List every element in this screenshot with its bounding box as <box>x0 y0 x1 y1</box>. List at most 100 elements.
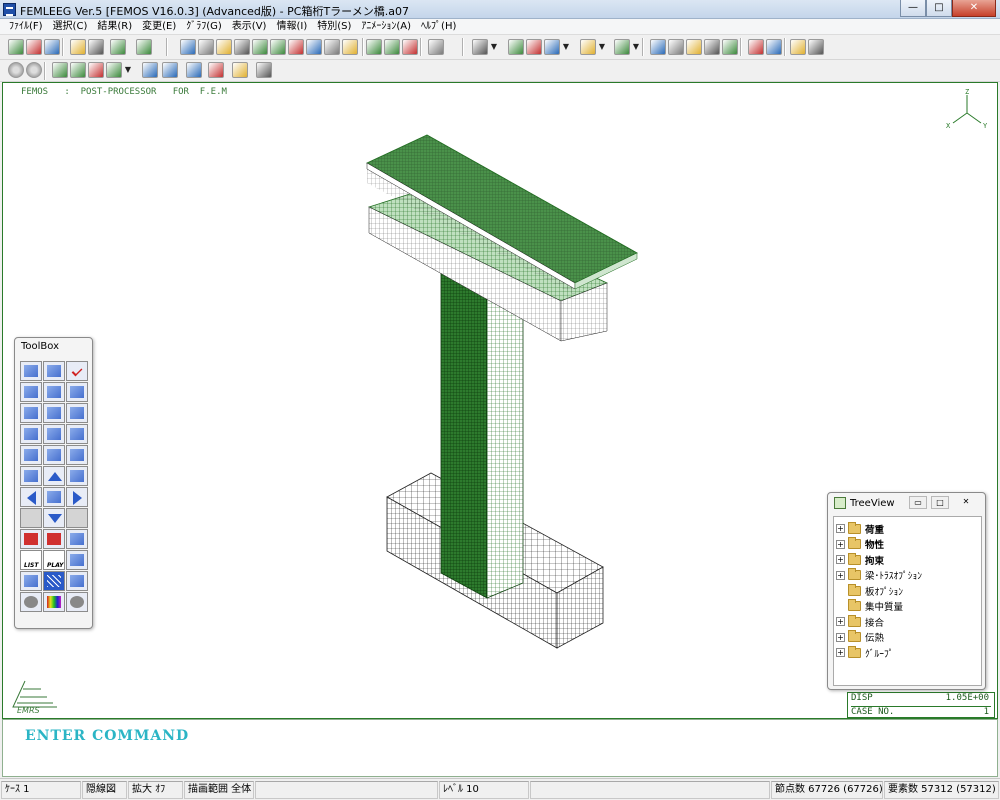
play-tool-button[interactable]: PLAY <box>43 550 65 570</box>
tree-item[interactable]: + 伝熱 <box>836 630 884 645</box>
cube-iso-tool-button[interactable] <box>20 403 42 423</box>
graph3-icon[interactable] <box>402 39 418 55</box>
move-red-tool-button[interactable] <box>20 529 42 549</box>
graph1-icon[interactable] <box>366 39 382 55</box>
zoom-icon[interactable] <box>544 39 560 55</box>
node-icon[interactable] <box>306 39 322 55</box>
expand-icon[interactable]: + <box>836 524 845 533</box>
redo-tool-button[interactable] <box>66 592 88 612</box>
spring-icon[interactable] <box>428 39 444 55</box>
tree-item[interactable]: + 梁･ﾄﾗｽｵﾌﾟｼｮﾝ <box>836 568 922 583</box>
select-icon[interactable] <box>52 62 68 78</box>
load-icon[interactable] <box>70 62 86 78</box>
line-icon[interactable] <box>342 39 358 55</box>
contour-icon[interactable] <box>180 39 196 55</box>
copy-icon[interactable] <box>26 39 42 55</box>
grid-dark-icon[interactable] <box>686 39 702 55</box>
view-icon[interactable] <box>472 39 488 55</box>
pencil-tool-button[interactable] <box>66 571 88 591</box>
cut-icon[interactable] <box>162 62 178 78</box>
chevron-down-icon[interactable]: ▼ <box>598 39 606 55</box>
menu-animation[interactable]: ｱﾆﾒｰｼｮﾝ(A) <box>356 19 416 34</box>
tree-item[interactable]: + 物性 <box>836 537 884 552</box>
tree-item[interactable]: + 拘束 <box>836 552 884 567</box>
rotate-z-tool-button[interactable] <box>43 445 65 465</box>
expand-icon[interactable]: + <box>836 570 845 580</box>
toolbox-panel[interactable]: ToolBox LIST PLAY <box>14 337 93 629</box>
tree-item[interactable]: + 荷重 <box>836 521 884 536</box>
blank-tool-button[interactable] <box>20 508 42 528</box>
axis-icon[interactable] <box>186 62 202 78</box>
ruler-icon[interactable] <box>232 62 248 78</box>
vector-icon[interactable] <box>270 39 286 55</box>
expand-icon[interactable]: + <box>836 539 845 549</box>
axis-xyz-tool-button[interactable] <box>43 487 65 507</box>
zoom2-icon[interactable] <box>580 39 596 55</box>
up-arrow-icon[interactable] <box>766 39 782 55</box>
tree-item[interactable]: 集中質量 <box>836 599 903 614</box>
menu-edit[interactable]: 変更(E) <box>137 19 181 34</box>
chevron-down-icon[interactable]: ▼ <box>124 62 132 78</box>
treeview-panel[interactable]: TreeView ▭ □ ✕ + 荷重 + 物性 + 拘束 + 梁･ﾄﾗｽｵﾌﾟｼｮﾝ 板ｵﾌﾟ… <box>827 492 986 690</box>
mesh-icon[interactable] <box>44 39 60 55</box>
rotate-x-tool-button[interactable] <box>20 445 42 465</box>
grid-green-icon[interactable] <box>216 39 232 55</box>
circle-icon[interactable] <box>324 39 340 55</box>
axis-zy-tool-button[interactable] <box>66 424 88 444</box>
menu-file[interactable]: ﾌｧｲﾙ(F) <box>4 19 48 34</box>
cube-front-tool-button[interactable] <box>20 382 42 402</box>
close-button[interactable]: ✕ <box>952 0 996 17</box>
tree-item[interactable]: + ｸﾞﾙｰﾌﾟ <box>836 645 894 660</box>
axis-zx-tool-button[interactable] <box>43 424 65 444</box>
undo-icon[interactable] <box>8 62 24 78</box>
layers-icon[interactable] <box>70 39 86 55</box>
zoom-window-tool-button[interactable] <box>66 529 88 549</box>
material-icon[interactable] <box>106 62 122 78</box>
cube-yellow-tool-button[interactable] <box>66 403 88 423</box>
cube-top-tool-button[interactable] <box>66 382 88 402</box>
export-icon[interactable] <box>136 39 152 55</box>
menu-view[interactable]: 表示(V) <box>227 19 272 34</box>
open-icon[interactable] <box>8 39 24 55</box>
chevron-down-icon[interactable]: ▼ <box>632 39 640 55</box>
legend-icon[interactable] <box>256 62 272 78</box>
graph2-icon[interactable] <box>384 39 400 55</box>
axis-yx-tool-button[interactable] <box>20 424 42 444</box>
arrow-right-tool-button[interactable] <box>66 487 88 507</box>
stack-icon[interactable] <box>88 39 104 55</box>
palette-tool-button[interactable] <box>43 592 65 612</box>
deform-icon[interactable] <box>252 39 268 55</box>
print-icon[interactable] <box>110 39 126 55</box>
chevron-down-icon[interactable]: ▼ <box>562 39 570 55</box>
cube-side-tool-button[interactable] <box>43 382 65 402</box>
treeview-close-button[interactable]: ✕ <box>957 496 975 509</box>
label-node-tool-button[interactable] <box>20 571 42 591</box>
grid-black-icon[interactable] <box>704 39 720 55</box>
label-icon[interactable] <box>208 62 224 78</box>
hatch-tool-button[interactable] <box>43 571 65 591</box>
open-icon[interactable] <box>790 39 806 55</box>
down-arrow-icon[interactable] <box>748 39 764 55</box>
section-icon[interactable] <box>722 39 738 55</box>
cube-rotate-tool-button[interactable] <box>43 403 65 423</box>
sphere-icon[interactable] <box>142 62 158 78</box>
check-tool-button[interactable] <box>66 361 88 381</box>
multi-select-tool-button[interactable] <box>43 361 65 381</box>
treeview-minimize-button[interactable]: ▭ <box>909 496 927 509</box>
red-mesh-icon[interactable] <box>614 39 630 55</box>
menu-info[interactable]: 情報(I) <box>271 19 312 34</box>
expand-icon[interactable]: + <box>836 617 845 626</box>
menu-special[interactable]: 特別(S) <box>312 19 356 34</box>
flip-view-tool-button[interactable] <box>20 361 42 381</box>
maximize-button[interactable]: □ <box>926 0 952 17</box>
arrow-left-tool-button[interactable] <box>20 487 42 507</box>
redo-icon[interactable] <box>26 62 42 78</box>
bc-icon[interactable] <box>88 62 104 78</box>
pan-icon[interactable] <box>526 39 542 55</box>
pan-red-tool-button[interactable] <box>43 529 65 549</box>
treeview-restore-button[interactable]: □ <box>931 496 949 509</box>
plus-minus-tool-button[interactable] <box>66 466 88 486</box>
color-icon[interactable] <box>198 39 214 55</box>
blank2-tool-button[interactable] <box>66 508 88 528</box>
menu-help[interactable]: ﾍﾙﾌﾟ(H) <box>416 19 461 34</box>
